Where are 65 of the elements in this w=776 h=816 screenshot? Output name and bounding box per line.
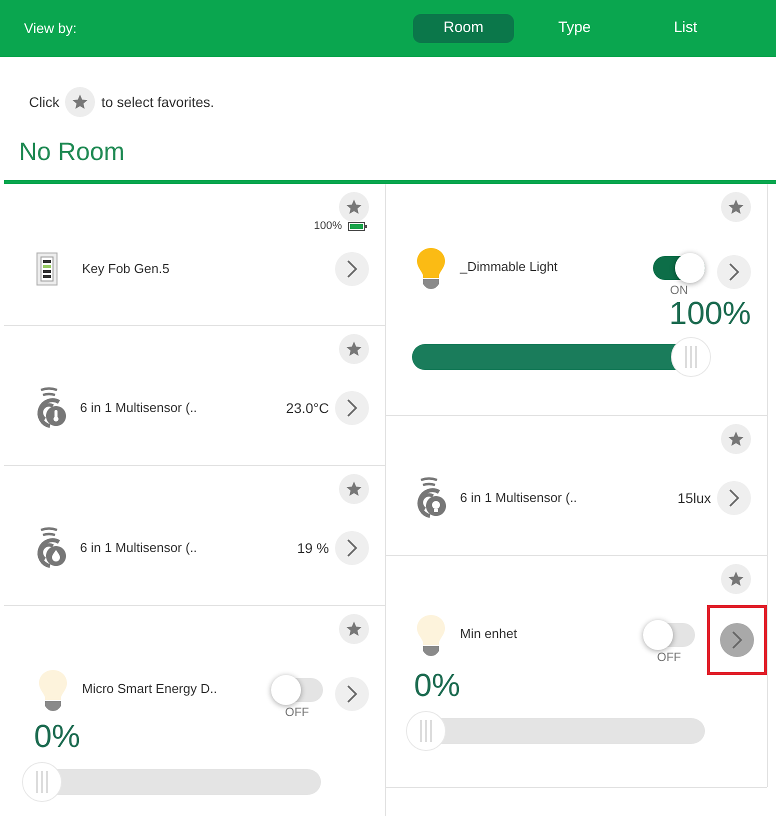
device-name: Micro Smart Energy D.. bbox=[82, 680, 218, 698]
favorite-star-button[interactable] bbox=[721, 192, 751, 222]
power-toggle[interactable] bbox=[643, 623, 695, 647]
details-button[interactable] bbox=[717, 255, 751, 289]
device-name: _Dimmable Light bbox=[460, 258, 559, 276]
chevron-right-icon bbox=[728, 489, 740, 507]
light-bulb-icon bbox=[38, 669, 68, 713]
favorite-star-button[interactable] bbox=[339, 474, 369, 504]
view-by-label: View by: bbox=[24, 19, 78, 38]
device-name: 6 in 1 Multisensor (.. bbox=[460, 489, 578, 508]
slider-thumb[interactable] bbox=[22, 762, 62, 802]
star-icon bbox=[727, 430, 745, 448]
view-tab[interactable]: Type bbox=[524, 14, 625, 43]
chevron-right-icon bbox=[728, 263, 740, 281]
device-name: 6 in 1 Multisensor (.. bbox=[80, 399, 198, 418]
favorite-star-button[interactable] bbox=[721, 564, 751, 594]
section-title: No Room bbox=[18, 136, 126, 168]
brightness-percent: 0% bbox=[414, 669, 460, 701]
chevron-right-icon bbox=[346, 260, 358, 278]
chevron-right-icon bbox=[346, 539, 358, 557]
light-bulb-icon bbox=[416, 247, 446, 291]
toggle-state-label: ON bbox=[670, 284, 688, 296]
hint-text: to select favorites. bbox=[101, 92, 214, 112]
brightness-percent: 100% bbox=[669, 297, 751, 329]
chevron-right-icon bbox=[346, 399, 358, 417]
star-icon bbox=[345, 340, 363, 358]
device-name: Key Fob Gen.5 bbox=[82, 260, 170, 278]
star-icon bbox=[345, 198, 363, 216]
details-button[interactable] bbox=[335, 391, 369, 425]
favorite-star-button[interactable] bbox=[721, 424, 751, 454]
favorite-star-button[interactable] bbox=[65, 87, 96, 117]
star-icon bbox=[345, 480, 363, 498]
details-button[interactable] bbox=[720, 623, 754, 657]
key-fob-icon bbox=[36, 252, 58, 286]
star-icon bbox=[727, 570, 745, 588]
battery-text: 100% bbox=[314, 218, 342, 234]
chevron-right-icon bbox=[731, 631, 743, 649]
chevron-right-icon bbox=[346, 685, 358, 703]
brightness-percent: 0% bbox=[34, 720, 80, 752]
device-name: 6 in 1 Multisensor (.. bbox=[80, 539, 198, 558]
device-name: Min enhet bbox=[460, 625, 518, 643]
details-button[interactable] bbox=[335, 677, 369, 711]
sensor-reading: 23.0°C bbox=[286, 398, 329, 418]
star-icon bbox=[345, 620, 363, 638]
power-toggle[interactable] bbox=[653, 256, 705, 280]
star-icon bbox=[71, 93, 90, 111]
light-bulb-icon bbox=[416, 614, 446, 658]
details-button[interactable] bbox=[335, 531, 369, 565]
sensor-reading: 15lux bbox=[678, 488, 711, 508]
view-tab[interactable]: Room bbox=[413, 14, 514, 43]
star-icon bbox=[727, 198, 745, 216]
toggle-state-label: OFF bbox=[285, 706, 309, 718]
slider-thumb[interactable] bbox=[406, 711, 446, 751]
battery-icon bbox=[348, 222, 367, 230]
favorite-star-button[interactable] bbox=[339, 334, 369, 364]
slider-thumb[interactable] bbox=[671, 337, 711, 377]
sensor-reading: 19 % bbox=[297, 538, 329, 558]
power-toggle[interactable] bbox=[271, 678, 323, 702]
favorite-star-button[interactable] bbox=[339, 614, 369, 644]
toggle-state-label: OFF bbox=[657, 651, 681, 663]
view-tab[interactable]: List bbox=[635, 14, 736, 43]
hint-text: Click bbox=[29, 92, 60, 112]
details-button[interactable] bbox=[717, 481, 751, 515]
details-button[interactable] bbox=[335, 252, 369, 286]
favorite-star-button[interactable] bbox=[339, 192, 369, 222]
